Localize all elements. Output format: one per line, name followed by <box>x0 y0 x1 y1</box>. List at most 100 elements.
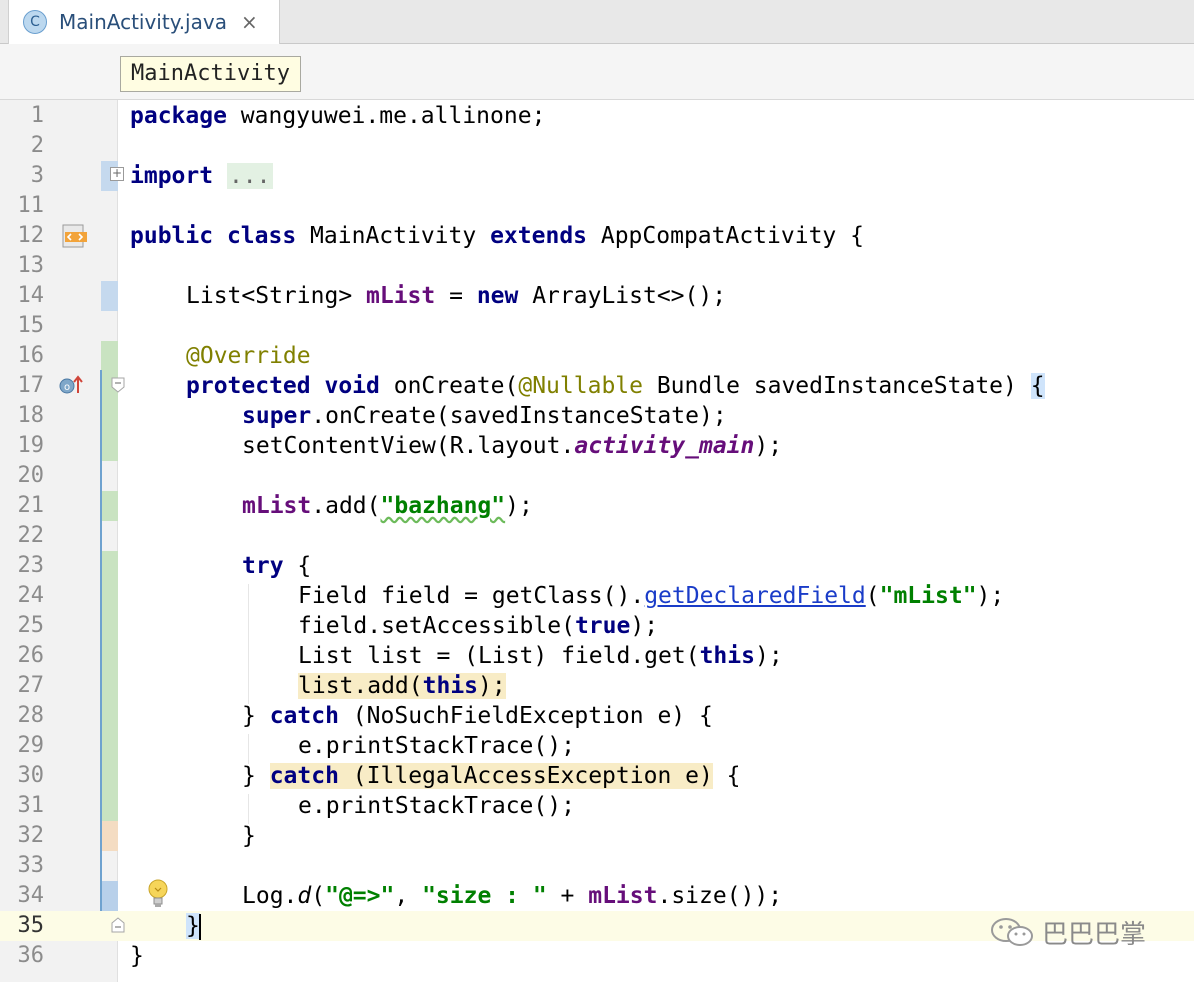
close-icon[interactable]: × <box>241 10 258 34</box>
code-line: 21 mList.add("bazhang"); <box>0 491 1194 521</box>
wechat-icon <box>991 918 1033 946</box>
code-text[interactable]: } <box>242 821 256 851</box>
code-line: 28 } catch (NoSuchFieldException e) { <box>0 701 1194 731</box>
code-line: 13 <box>0 251 1194 281</box>
line-number: 33 <box>17 853 45 878</box>
code-line: 18 super.onCreate(savedInstanceState); <box>0 401 1194 431</box>
line-number: 26 <box>17 643 45 668</box>
method-link: getDeclaredField <box>644 583 866 609</box>
code-line: 24 Field field = getClass().getDeclaredF… <box>0 581 1194 611</box>
code-line: 22 <box>0 521 1194 551</box>
collapse-fold-icon[interactable] <box>110 917 126 933</box>
code-text[interactable]: super.onCreate(savedInstanceState); <box>242 401 727 431</box>
line-number: 32 <box>17 823 45 848</box>
line-number: 19 <box>17 433 45 458</box>
breadcrumb-item-mainactivity[interactable]: MainActivity <box>120 56 301 92</box>
line-number: 27 <box>17 673 45 698</box>
line-number: 18 <box>17 403 45 428</box>
line-number: 31 <box>17 793 45 818</box>
implements-icon[interactable] <box>62 224 88 248</box>
code-text[interactable]: e.printStackTrace(); <box>298 791 575 821</box>
tab-label: MainActivity.java <box>59 10 227 34</box>
line-number: 14 <box>17 283 45 308</box>
svg-text:o: o <box>64 382 70 393</box>
line-number: 36 <box>17 943 45 968</box>
code-text[interactable]: import ... <box>130 161 273 191</box>
code-line: 1 package wangyuwei.me.allinone; <box>0 101 1194 131</box>
code-text[interactable]: setContentView(R.layout.activity_main); <box>242 431 782 461</box>
code-line: 25 field.setAccessible(true); <box>0 611 1194 641</box>
lightbulb-icon[interactable] <box>146 878 170 910</box>
matched-brace: { <box>1030 373 1045 399</box>
code-text[interactable]: @Override <box>186 341 311 371</box>
code-line: 31 e.printStackTrace(); <box>0 791 1194 821</box>
line-number: 28 <box>17 703 45 728</box>
folded-imports: ... <box>226 163 273 189</box>
code-line: 16 @Override <box>0 341 1194 371</box>
code-line: 26 List list = (List) field.get(this); <box>0 641 1194 671</box>
breadcrumb: MainActivity <box>0 44 1194 100</box>
line-number: 25 <box>17 613 45 638</box>
line-number: 21 <box>17 493 45 518</box>
collapse-fold-icon[interactable] <box>110 377 126 393</box>
code-text[interactable]: protected void onCreate(@Nullable Bundle… <box>186 371 1045 401</box>
line-number: 15 <box>17 313 45 338</box>
code-line: 32 } <box>0 821 1194 851</box>
code-text[interactable]: Log.d("@=>", "size : " + mList.size()); <box>242 881 782 911</box>
code-text[interactable]: try { <box>242 551 311 581</box>
expand-fold-icon[interactable]: + <box>110 167 124 181</box>
code-line: 12 public class MainActivity extends App… <box>0 221 1194 251</box>
code-text[interactable]: } <box>186 911 201 941</box>
code-line: 29 e.printStackTrace(); <box>0 731 1194 761</box>
warning-highlight: list.add(this); <box>298 673 506 699</box>
code-text[interactable]: List list = (List) field.get(this); <box>298 641 783 671</box>
code-line: 2 <box>0 131 1194 161</box>
line-number: 30 <box>17 763 45 788</box>
line-number: 17 <box>17 373 45 398</box>
line-number: 29 <box>17 733 45 758</box>
line-number: 1 <box>30 103 44 128</box>
code-text[interactable]: Field field = getClass().getDeclaredFiel… <box>298 581 1004 611</box>
code-line: 19 setContentView(R.layout.activity_main… <box>0 431 1194 461</box>
code-text[interactable]: list.add(this); <box>298 671 506 701</box>
line-number: 23 <box>17 553 45 578</box>
override-icon[interactable]: o <box>58 373 86 397</box>
code-line: 23 try { <box>0 551 1194 581</box>
text-caret <box>198 913 201 940</box>
matched-brace: } <box>186 913 200 939</box>
line-number: 22 <box>17 523 45 548</box>
code-text[interactable]: public class MainActivity extends AppCom… <box>130 221 864 251</box>
line-number: 11 <box>17 193 45 218</box>
line-number: 20 <box>17 463 45 488</box>
editor-tab-bar: C MainActivity.java × <box>0 0 1194 44</box>
code-text[interactable]: field.setAccessible(true); <box>298 611 658 641</box>
code-line: 33 <box>0 851 1194 881</box>
code-line: 11 <box>0 191 1194 221</box>
code-line: 3 import ... <box>0 161 1194 191</box>
class-icon: C <box>23 10 47 34</box>
code-text[interactable]: package wangyuwei.me.allinone; <box>130 101 545 131</box>
tab-mainactivity-java[interactable]: C MainActivity.java × <box>8 0 280 44</box>
warning-highlight: catch (IllegalAccessException e) <box>269 763 713 789</box>
code-text[interactable]: } catch (IllegalAccessException e) { <box>242 761 741 791</box>
line-number: 34 <box>17 883 45 908</box>
line-number: 12 <box>17 223 45 248</box>
code-line: 15 <box>0 311 1194 341</box>
code-line: 30 } catch (IllegalAccessException e) { <box>0 761 1194 791</box>
code-line: 17 protected void onCreate(@Nullable Bun… <box>0 371 1194 401</box>
line-number: 3 <box>30 163 44 188</box>
code-line: 20 <box>0 461 1194 491</box>
code-text[interactable]: e.printStackTrace(); <box>298 731 575 761</box>
code-text[interactable]: } <box>130 941 144 971</box>
line-number: 24 <box>17 583 45 608</box>
code-line: 34 Log.d("@=>", "size : " + mList.size()… <box>0 881 1194 911</box>
code-line: 14 List<String> mList = new ArrayList<>(… <box>0 281 1194 311</box>
line-number: 13 <box>17 253 45 278</box>
code-line: 27 list.add(this); <box>0 671 1194 701</box>
code-text[interactable]: } catch (NoSuchFieldException e) { <box>242 701 713 731</box>
watermark-text: 巴巴巴掌 <box>1042 919 1147 950</box>
code-text[interactable]: List<String> mList = new ArrayList<>(); <box>186 281 726 311</box>
code-text[interactable]: mList.add("bazhang"); <box>242 491 533 521</box>
watermark: 巴巴巴掌 <box>990 912 1146 952</box>
line-number: 16 <box>17 343 45 368</box>
